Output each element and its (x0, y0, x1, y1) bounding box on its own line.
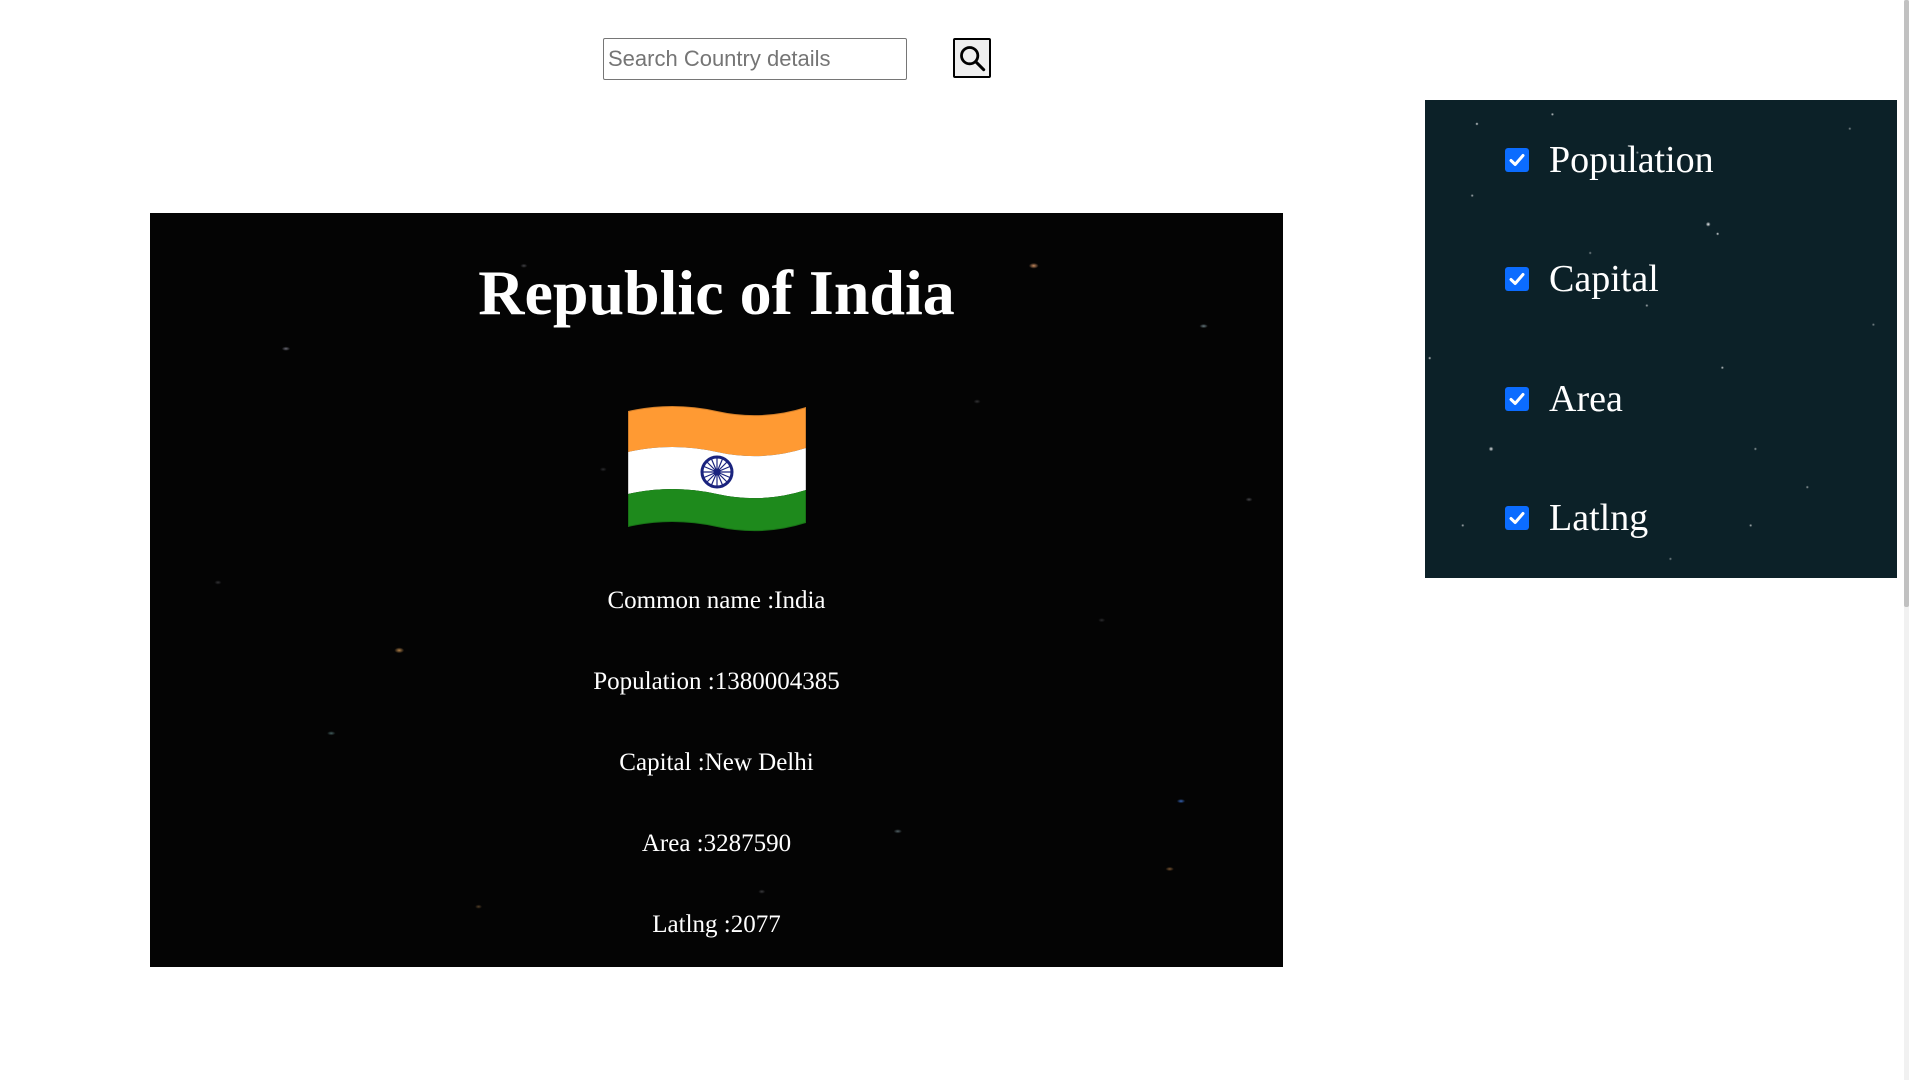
country-official-name: Republic of India (478, 257, 955, 328)
latlng-checkbox[interactable] (1505, 506, 1529, 530)
filter-latlng[interactable]: Latlng (1505, 496, 1648, 540)
scrollbar-thumb[interactable] (1904, 0, 1909, 607)
population-checkbox[interactable] (1505, 148, 1529, 172)
checkmark-icon (1509, 393, 1525, 405)
detail-common-name: Common name :India (607, 587, 826, 614)
detail-latlng: Latlng :2077 (652, 911, 781, 938)
search-input[interactable] (603, 38, 907, 80)
checkmark-icon (1509, 512, 1525, 524)
india-flag-icon (622, 393, 812, 535)
filter-panel: Population Capital Area Latlng (1425, 100, 1897, 578)
filter-label: Area (1549, 378, 1623, 420)
detail-capital: Capital :New Delhi (619, 749, 814, 776)
filter-label: Capital (1549, 258, 1659, 300)
detail-population: Population :1380004385 (593, 668, 840, 695)
filter-label: Latlng (1549, 497, 1649, 539)
checkmark-icon (1509, 154, 1525, 166)
search-button[interactable] (953, 38, 991, 78)
filter-capital[interactable]: Capital (1505, 257, 1659, 301)
search-icon (960, 46, 986, 72)
filter-area[interactable]: Area (1505, 377, 1623, 421)
capital-checkbox[interactable] (1505, 267, 1529, 291)
page-scrollbar[interactable] (1904, 0, 1909, 1080)
filter-population[interactable]: Population (1505, 138, 1714, 182)
country-card: Republic of India Common name:India Pop… (150, 213, 1283, 967)
page: Republic of India (0, 0, 1909, 1080)
checkmark-icon (1509, 273, 1525, 285)
filter-label: Population (1549, 139, 1714, 181)
detail-area: Area :3287590 (641, 830, 792, 857)
area-checkbox[interactable] (1505, 387, 1529, 411)
